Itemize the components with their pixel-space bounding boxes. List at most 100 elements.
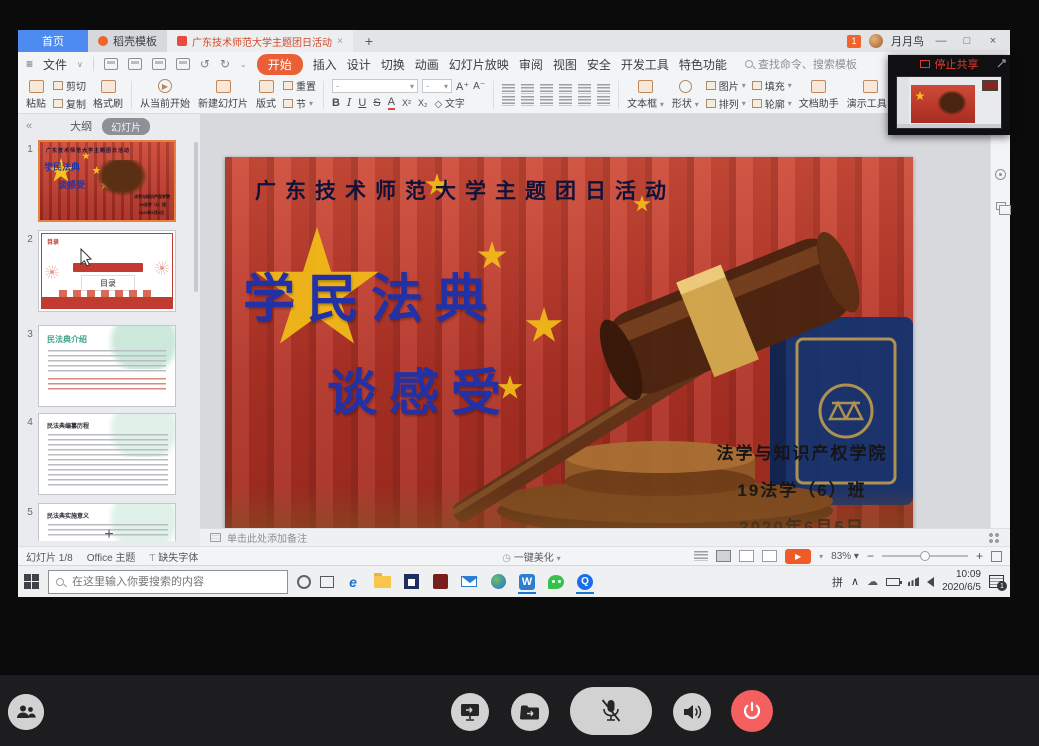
- slide-main-text-2[interactable]: 谈感受: [327, 353, 513, 425]
- zoom-out-button[interactable]: −: [867, 549, 874, 563]
- columns-icon[interactable]: [597, 84, 610, 94]
- bullets-icon[interactable]: [502, 84, 515, 94]
- outline-button[interactable]: 轮廓▾: [752, 96, 792, 111]
- decrease-font-button[interactable]: A⁻: [473, 81, 485, 92]
- fullscreen-icon[interactable]: [991, 551, 1002, 562]
- doc-assistant-button[interactable]: 文档助手: [795, 77, 843, 113]
- zoom-slider[interactable]: [882, 555, 968, 557]
- text-effects-button[interactable]: ◇ 文字: [434, 95, 464, 110]
- section-button[interactable]: 节▾: [283, 96, 316, 111]
- screen-share-button[interactable]: [451, 693, 489, 731]
- font-size-select[interactable]: -▾: [422, 79, 452, 93]
- speaker-button[interactable]: [673, 693, 711, 731]
- slide-canvas[interactable]: 广东技术师范大学主题团日活动 学民法典 谈感受 法学与知识产权学院 19法学（6…: [225, 157, 913, 544]
- italic-button[interactable]: I: [347, 96, 351, 109]
- collapse-panel-icon[interactable]: «: [26, 120, 32, 132]
- numbering-icon[interactable]: [521, 84, 534, 94]
- beautify-button[interactable]: ◷ 一键美化 ▾: [502, 549, 560, 564]
- ime-indicator[interactable]: 拼: [832, 574, 843, 590]
- arrange-button[interactable]: 排列▾: [706, 96, 746, 111]
- menu-design[interactable]: 设计: [347, 56, 371, 73]
- outdent-icon[interactable]: [540, 84, 553, 94]
- preview-icon[interactable]: [176, 58, 190, 70]
- edge-icon[interactable]: e: [343, 572, 363, 592]
- print-icon[interactable]: [152, 58, 166, 70]
- text-box-button[interactable]: 文本框 ▾: [623, 77, 668, 113]
- theme-label[interactable]: Office 主题: [87, 549, 136, 564]
- end-meeting-button[interactable]: [731, 690, 773, 732]
- menu-animation[interactable]: 动画: [415, 56, 439, 73]
- strikethrough-button[interactable]: S: [373, 97, 380, 109]
- grid-view-icon[interactable]: [988, 532, 1000, 544]
- share-preview-window[interactable]: 停止共享: [888, 55, 1010, 135]
- start-button[interactable]: [24, 574, 39, 589]
- properties-icon[interactable]: [996, 202, 1006, 210]
- slide-header-text[interactable]: 广东技术师范大学主题团日活动: [255, 175, 675, 205]
- file-share-button[interactable]: [511, 693, 549, 731]
- slide-thumbnail-4[interactable]: 民法典编纂历程: [38, 413, 176, 495]
- tab-document[interactable]: 广东技术师范大学主题团日活动 ×: [167, 30, 353, 52]
- cloud-icon[interactable]: ☁: [867, 575, 878, 588]
- tab-outline[interactable]: 大纲: [70, 118, 92, 134]
- tab-slides[interactable]: 幻灯片: [102, 118, 150, 135]
- meeting-app-icon[interactable]: Q: [575, 572, 595, 592]
- notification-center-icon[interactable]: 1: [989, 575, 1004, 588]
- increase-font-button[interactable]: A⁺: [456, 80, 469, 93]
- new-slide-button[interactable]: 新建幻灯片: [194, 77, 252, 113]
- output-icon[interactable]: [128, 58, 142, 70]
- zoom-in-button[interactable]: +: [976, 549, 983, 563]
- tray-expand-icon[interactable]: ∧: [851, 575, 859, 588]
- hamburger-icon[interactable]: ≡: [26, 57, 33, 71]
- search-input[interactable]: [70, 575, 260, 589]
- subscript-button[interactable]: X₂: [418, 98, 428, 108]
- store-icon[interactable]: [401, 572, 421, 592]
- close-button[interactable]: ×: [984, 35, 1002, 47]
- new-tab-button[interactable]: +: [353, 30, 385, 52]
- shapes-button[interactable]: 形状 ▾: [668, 77, 703, 113]
- menu-file[interactable]: 文件: [43, 56, 67, 73]
- paste-button[interactable]: 粘贴: [22, 77, 50, 113]
- avatar[interactable]: [869, 34, 883, 48]
- redo-icon[interactable]: ↻: [220, 58, 230, 70]
- participants-button[interactable]: [8, 694, 44, 730]
- normal-view-icon[interactable]: [694, 551, 708, 561]
- wechat-icon[interactable]: [546, 572, 566, 592]
- save-icon[interactable]: [104, 58, 118, 70]
- cortana-icon[interactable]: [297, 575, 311, 589]
- file-explorer-icon[interactable]: [372, 572, 392, 592]
- stop-share-button[interactable]: 停止共享: [935, 56, 979, 72]
- missing-fonts-label[interactable]: Ƭ 缺失字体: [149, 549, 198, 564]
- line-spacing-icon[interactable]: [578, 84, 591, 94]
- align-center-icon[interactable]: [521, 96, 534, 106]
- minimize-button[interactable]: —: [932, 35, 950, 47]
- reset-button[interactable]: 重置: [283, 78, 316, 93]
- settings-icon[interactable]: [995, 169, 1006, 180]
- message-badge[interactable]: 1: [847, 35, 861, 48]
- cut-button[interactable]: 剪切: [53, 78, 86, 93]
- font-name-select[interactable]: -▾: [332, 79, 418, 93]
- slide-thumbnail-2[interactable]: 目录 目录: [38, 230, 176, 312]
- tab-docker-templates[interactable]: 稻壳模板: [88, 30, 167, 52]
- zoom-level[interactable]: 83% ▾: [831, 551, 859, 562]
- restore-button[interactable]: □: [958, 35, 976, 47]
- microphone-muted-button[interactable]: [570, 687, 652, 735]
- fill-button[interactable]: 填充▾: [752, 78, 792, 93]
- command-search[interactable]: 查找命令、搜索模板: [745, 56, 857, 72]
- taskbar-search[interactable]: [48, 570, 288, 594]
- superscript-button[interactable]: X²: [402, 98, 411, 108]
- align-right-icon[interactable]: [540, 96, 553, 106]
- volume-icon[interactable]: [927, 577, 934, 587]
- slide-thumbnail-1[interactable]: 广东技术师范大学主题团日活动 学民法典 谈感受 法学与知识产权学院 19法学（6…: [38, 140, 176, 222]
- add-slide-button[interactable]: +: [18, 526, 200, 544]
- play-from-current-button[interactable]: ▶从当前开始: [136, 77, 194, 113]
- bold-button[interactable]: B: [332, 97, 340, 109]
- justify-icon[interactable]: [559, 96, 572, 106]
- text-direction-icon[interactable]: [597, 96, 610, 106]
- app-icon-darkred[interactable]: [430, 572, 450, 592]
- slide-thumbnail-3[interactable]: 民法典介绍: [38, 325, 176, 407]
- task-view-icon[interactable]: [320, 576, 334, 588]
- expand-icon[interactable]: [997, 59, 1006, 68]
- font-color-button[interactable]: A: [388, 96, 395, 110]
- menu-transition[interactable]: 切换: [381, 56, 405, 73]
- distribute-icon[interactable]: [578, 96, 591, 106]
